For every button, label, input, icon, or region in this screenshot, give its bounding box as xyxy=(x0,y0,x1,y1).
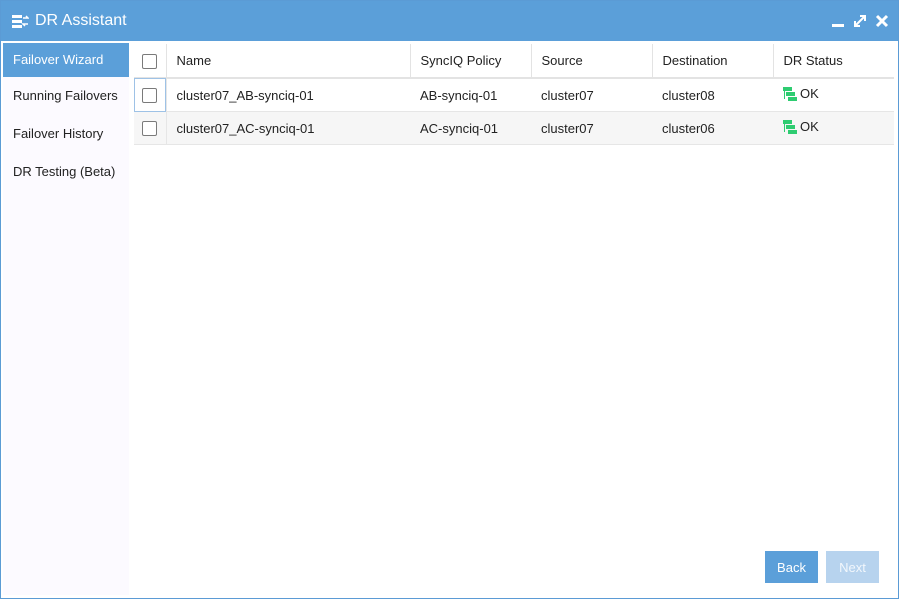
cell-synciq-policy: AC-synciq-01 xyxy=(410,111,531,145)
column-header-synciq-policy[interactable]: SyncIQ Policy xyxy=(410,44,532,79)
status-badge: OK xyxy=(783,119,819,134)
dr-assistant-icon xyxy=(12,15,29,28)
cell-destination: cluster06 xyxy=(652,111,773,145)
select-all-header xyxy=(134,44,167,79)
dr-assistant-window: DR Assistant Failover Wizard Running Fai… xyxy=(0,0,899,599)
column-header-destination[interactable]: Destination xyxy=(652,44,774,79)
minimize-icon[interactable] xyxy=(830,13,846,29)
table-row[interactable]: cluster07_AB-synciq-01 AB-synciq-01 clus… xyxy=(134,78,894,112)
sidebar-item-running-failovers[interactable]: Running Failovers xyxy=(3,77,129,115)
cell-source: cluster07 xyxy=(531,78,652,112)
cell-dr-status: OK xyxy=(773,78,894,112)
wizard-footer: Back Next xyxy=(765,551,879,583)
title-bar: DR Assistant xyxy=(1,1,898,41)
row-checkbox[interactable] xyxy=(142,88,158,104)
column-header-source[interactable]: Source xyxy=(531,44,653,79)
cell-source: cluster07 xyxy=(531,111,652,145)
window-title: DR Assistant xyxy=(35,12,127,29)
status-ok-icon xyxy=(783,86,797,101)
maximize-icon[interactable] xyxy=(852,13,868,29)
select-all-checkbox[interactable] xyxy=(142,53,158,69)
status-text: OK xyxy=(800,86,819,102)
table-header-row: Name SyncIQ Policy Source Destination DR… xyxy=(134,44,894,79)
cell-dr-status: OK xyxy=(773,111,894,145)
sidebar-nav: Failover Wizard Running Failovers Failov… xyxy=(3,43,129,595)
next-button[interactable]: Next xyxy=(826,551,879,583)
sidebar-item-dr-testing[interactable]: DR Testing (Beta) xyxy=(3,153,129,191)
status-text: OK xyxy=(800,119,819,135)
column-header-dr-status[interactable]: DR Status xyxy=(773,44,894,79)
window-controls xyxy=(830,13,890,29)
status-ok-icon xyxy=(783,119,797,134)
column-header-name[interactable]: Name xyxy=(166,44,411,79)
policy-table-panel: Name SyncIQ Policy Source Destination DR… xyxy=(134,44,894,595)
status-badge: OK xyxy=(783,86,819,101)
back-button[interactable]: Back xyxy=(765,551,818,583)
cell-name: cluster07_AC-synciq-01 xyxy=(166,111,410,145)
sidebar-item-failover-history[interactable]: Failover History xyxy=(3,115,129,153)
close-icon[interactable] xyxy=(874,13,890,29)
row-checkbox[interactable] xyxy=(142,121,158,137)
row-select-cell xyxy=(134,78,167,112)
cell-destination: cluster08 xyxy=(652,78,773,112)
policy-table: Name SyncIQ Policy Source Destination DR… xyxy=(134,44,894,145)
row-select-cell xyxy=(134,111,167,145)
table-row[interactable]: cluster07_AC-synciq-01 AC-synciq-01 clus… xyxy=(134,111,894,145)
cell-synciq-policy: AB-synciq-01 xyxy=(410,78,531,112)
sidebar-item-failover-wizard[interactable]: Failover Wizard xyxy=(3,43,129,77)
cell-name: cluster07_AB-synciq-01 xyxy=(166,78,410,112)
